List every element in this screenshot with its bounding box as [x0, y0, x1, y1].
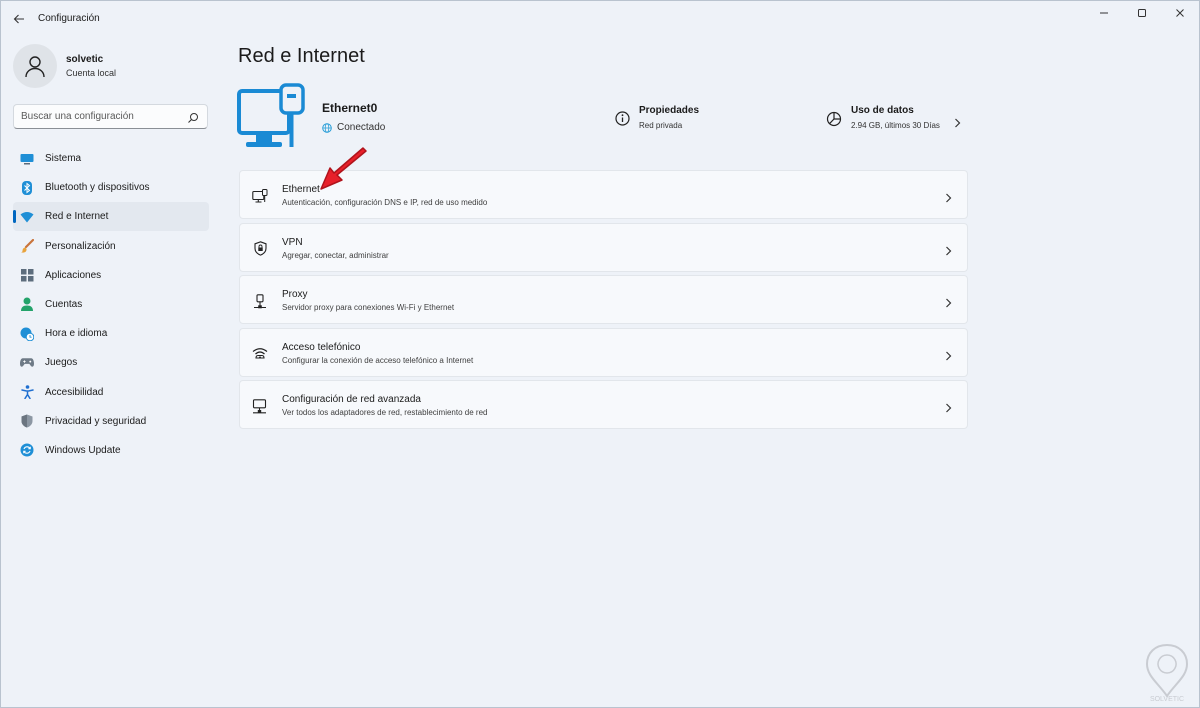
sidebar-item-red-internet[interactable]: Red e Internet	[13, 202, 209, 232]
brush-icon	[20, 239, 34, 253]
card-title: Configuración de red avanzada	[282, 394, 421, 405]
globe-clock-icon	[20, 327, 34, 341]
shield-icon	[20, 414, 34, 428]
card-subtitle: Agregar, conectar, administrar	[282, 250, 389, 260]
app-title: Configuración	[38, 13, 100, 24]
sidebar-item-aplicaciones[interactable]: Aplicaciones	[13, 261, 209, 290]
person-icon	[20, 297, 34, 312]
sidebar-item-label: Privacidad y seguridad	[45, 415, 147, 427]
sidebar-item-label: Sistema	[45, 153, 82, 164]
proxy-icon	[252, 293, 268, 309]
window-controls	[1085, 1, 1199, 25]
sidebar-item-privacidad[interactable]: Privacidad y seguridad	[13, 407, 209, 436]
gamepad-icon	[20, 356, 34, 370]
data-usage-subtitle: 2.94 GB, últimos 30 Días	[851, 121, 940, 130]
chevron-right-icon	[945, 295, 952, 313]
connection-status-text: Conectado	[337, 122, 386, 133]
card-subtitle: Ver todos los adaptadores de red, restab…	[282, 408, 488, 417]
info-icon	[615, 111, 630, 131]
update-icon	[20, 443, 34, 457]
profile-name: solvetic	[66, 54, 104, 65]
sidebar-item-label: Accesibilidad	[45, 386, 104, 398]
arrow-left-icon	[13, 14, 24, 24]
properties-subtitle: Red privada	[639, 121, 683, 130]
ethernet-icon	[252, 188, 268, 204]
sidebar-item-sistema[interactable]: Sistema	[13, 144, 209, 173]
apps-icon	[20, 268, 34, 282]
accessibility-icon	[20, 385, 34, 399]
data-usage-title: Uso de datos	[851, 105, 914, 116]
sidebar-nav: Sistema Bluetooth y dispositivos Red e I…	[13, 144, 209, 465]
card-title: VPN	[282, 236, 303, 248]
data-usage-link[interactable]: Uso de datos 2.94 GB, últimos 30 Días	[826, 105, 940, 132]
pie-chart-icon	[826, 111, 842, 132]
sidebar-item-juegos[interactable]: Juegos	[13, 348, 209, 377]
maximize-icon	[1138, 9, 1146, 17]
page-title: Red e Internet	[238, 45, 365, 67]
sidebar-item-accesibilidad[interactable]: Accesibilidad	[13, 378, 209, 407]
sidebar-item-label: Hora e idioma	[45, 328, 108, 340]
card-title: Ethernet	[282, 184, 320, 195]
sidebar-item-bluetooth[interactable]: Bluetooth y dispositivos	[13, 173, 209, 202]
globe-icon	[322, 122, 332, 133]
sidebar-item-windows-update[interactable]: Windows Update	[13, 436, 209, 465]
sidebar-item-label: Red e Internet	[45, 211, 109, 223]
back-button[interactable]	[9, 9, 29, 29]
chevron-right-icon[interactable]	[954, 115, 961, 133]
sidebar-item-label: Personalización	[45, 240, 116, 252]
connection-status: Conectado	[322, 122, 385, 133]
properties-title: Propiedades	[639, 105, 700, 116]
profile-account-type: Cuenta local	[66, 68, 117, 78]
monitor-icon	[20, 152, 34, 166]
vpn-shield-icon	[252, 241, 268, 257]
card-proxy[interactable]: Proxy Servidor proxy para conexiones Wi-…	[239, 275, 968, 324]
connection-name: Ethernet0	[322, 101, 378, 115]
card-vpn[interactable]: VPN Agregar, conectar, administrar	[239, 222, 968, 272]
annotation-arrow-icon	[319, 147, 371, 198]
chevron-right-icon	[945, 243, 952, 261]
sidebar-item-label: Windows Update	[45, 444, 121, 456]
search-box	[13, 104, 208, 129]
avatar	[13, 44, 57, 88]
close-button[interactable]	[1161, 1, 1199, 25]
properties-link[interactable]: Propiedades Red privada	[615, 105, 699, 131]
sidebar-item-personalizacion[interactable]: Personalización	[13, 232, 209, 261]
title-bar: Configuración	[1, 1, 1199, 37]
card-acceso-telefonico[interactable]: Acceso telefónico Configurar la conexión…	[239, 327, 968, 377]
sidebar-item-label: Bluetooth y dispositivos	[45, 182, 150, 194]
sidebar-item-label: Juegos	[45, 357, 78, 369]
dialup-icon	[252, 346, 268, 362]
user-profile[interactable]: solvetic Cuenta local	[13, 44, 116, 88]
wifi-icon	[20, 210, 34, 224]
card-title: Acceso telefónico	[282, 341, 361, 353]
solvetic-watermark: SOLVETIC	[1142, 643, 1192, 707]
sidebar-item-label: Aplicaciones	[45, 269, 102, 281]
card-subtitle: Configurar la conexión de acceso telefón…	[282, 355, 474, 365]
sidebar-item-cuentas[interactable]: Cuentas	[13, 290, 209, 319]
settings-window: Configuración solvetic Cuenta local Busc…	[0, 0, 1200, 708]
maximize-button[interactable]	[1123, 1, 1161, 25]
person-icon	[25, 56, 45, 78]
network-adapter-icon	[252, 398, 268, 414]
watermark-text: SOLVETIC	[1150, 696, 1184, 703]
sidebar-item-label: Cuentas	[45, 298, 83, 310]
card-subtitle: Servidor proxy para conexiones Wi-Fi y E…	[282, 303, 455, 312]
card-title: Proxy	[282, 289, 308, 300]
sidebar-item-hora-idioma[interactable]: Hora e idioma	[13, 319, 209, 348]
card-subtitle: Autenticación, configuración DNS e IP, r…	[282, 198, 488, 207]
chevron-right-icon	[945, 400, 952, 418]
chevron-right-icon	[945, 348, 952, 366]
minimize-icon	[1100, 12, 1108, 14]
settings-cards: Ethernet Autenticación, configuración DN…	[239, 170, 968, 433]
ethernet-pc-icon	[237, 83, 309, 158]
card-red-avanzada[interactable]: Configuración de red avanzada Ver todos …	[239, 380, 968, 429]
search-input[interactable]	[14, 111, 181, 122]
chevron-right-icon	[945, 190, 952, 208]
minimize-button[interactable]	[1085, 1, 1123, 25]
search-icon[interactable]	[187, 111, 199, 129]
close-icon	[1176, 9, 1184, 17]
bluetooth-icon	[20, 180, 34, 195]
